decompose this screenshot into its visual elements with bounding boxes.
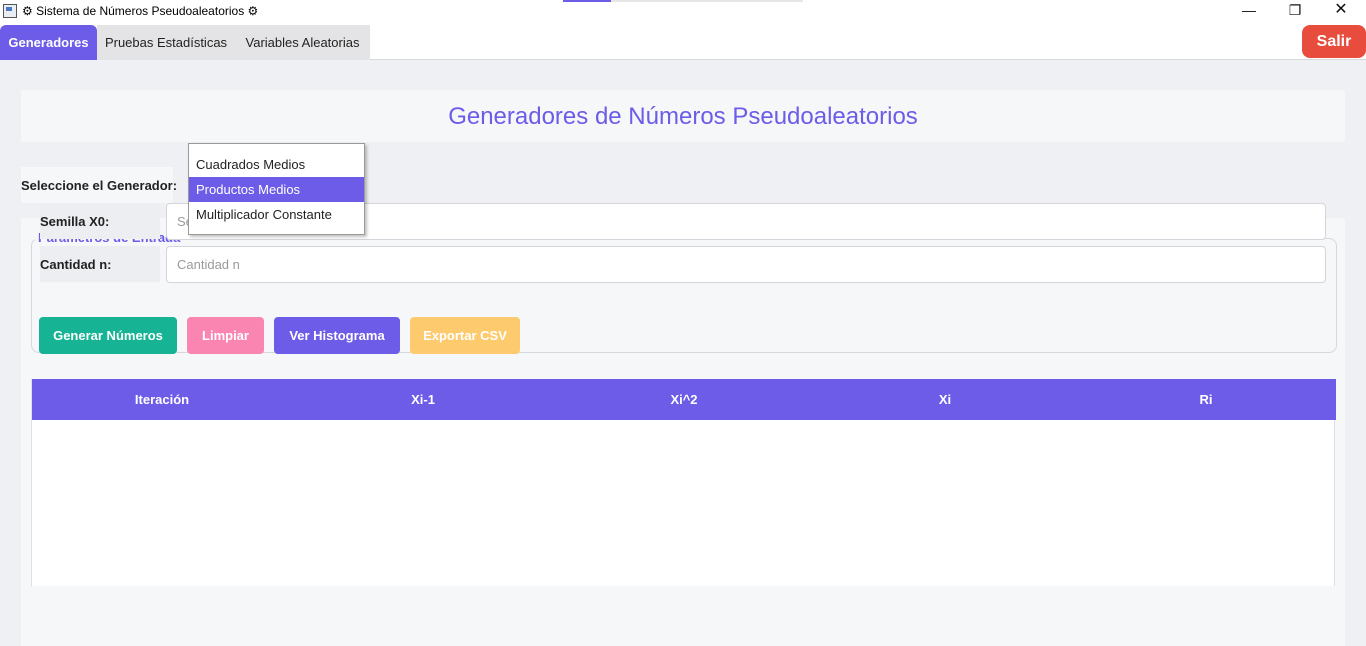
column-header-ri[interactable]: Ri [1076, 379, 1336, 420]
table-header: Iteración Xi-1 Xi^2 Xi Ri [32, 379, 1336, 420]
generator-label-box: Seleccione el Generador: [21, 167, 177, 203]
seed-label: Semilla X0: [40, 214, 110, 229]
page-title: Generadores de Números Pseudoaleatorios [448, 103, 918, 130]
dropdown-item-cuadrados-medios[interactable]: Cuadrados Medios [189, 152, 364, 177]
generator-label: Seleccione el Generador: [21, 178, 178, 193]
dropdown-item-productos-medios[interactable]: Productos Medios [189, 177, 364, 202]
close-icon[interactable]: ✕ [1318, 0, 1364, 22]
tab-generadores[interactable]: Generadores [0, 25, 97, 60]
generate-button[interactable]: Generar Números [39, 317, 177, 354]
minimize-icon[interactable]: — [1226, 0, 1272, 22]
clear-button[interactable]: Limpiar [187, 317, 264, 354]
export-csv-button[interactable]: Exportar CSV [410, 317, 520, 354]
quantity-label: Cantidad n: [40, 257, 112, 272]
header-panel: Generadores de Números Pseudoaleatorios [21, 90, 1345, 142]
tab-pruebas-estadisticas[interactable]: Pruebas Estadísticas [97, 25, 235, 60]
column-header-xi2[interactable]: Xi^2 [554, 379, 814, 420]
column-header-iteracion[interactable]: Iteración [32, 379, 292, 420]
results-table: Iteración Xi-1 Xi^2 Xi Ri [31, 379, 1336, 586]
tab-bar: Generadores Pruebas Estadísticas Variabl… [0, 23, 1366, 60]
restore-icon[interactable]: ❐ [1272, 0, 1318, 22]
title-bar: ⚙ Sistema de Números Pseudoaleatorios ⚙ … [0, 0, 1366, 23]
generator-dropdown-list: Cuadrados Medios Productos Medios Multip… [188, 143, 365, 235]
quantity-input[interactable] [166, 246, 1326, 283]
tab-variables-aleatorias[interactable]: Variables Aleatorias [235, 25, 370, 60]
seed-label-box: Semilla X0: [40, 203, 160, 239]
column-header-xi[interactable]: Xi [815, 379, 1075, 420]
histogram-button[interactable]: Ver Histograma [274, 317, 400, 354]
window-icon [3, 4, 17, 18]
dropdown-item-multiplicador-constante[interactable]: Multiplicador Constante [189, 202, 364, 227]
title-progress-strip [563, 0, 803, 2]
quantity-label-box: Cantidad n: [40, 246, 160, 282]
column-header-xi-1[interactable]: Xi-1 [293, 379, 553, 420]
window-title: ⚙ Sistema de Números Pseudoaleatorios ⚙ [22, 4, 259, 18]
exit-button[interactable]: Salir [1302, 25, 1366, 58]
